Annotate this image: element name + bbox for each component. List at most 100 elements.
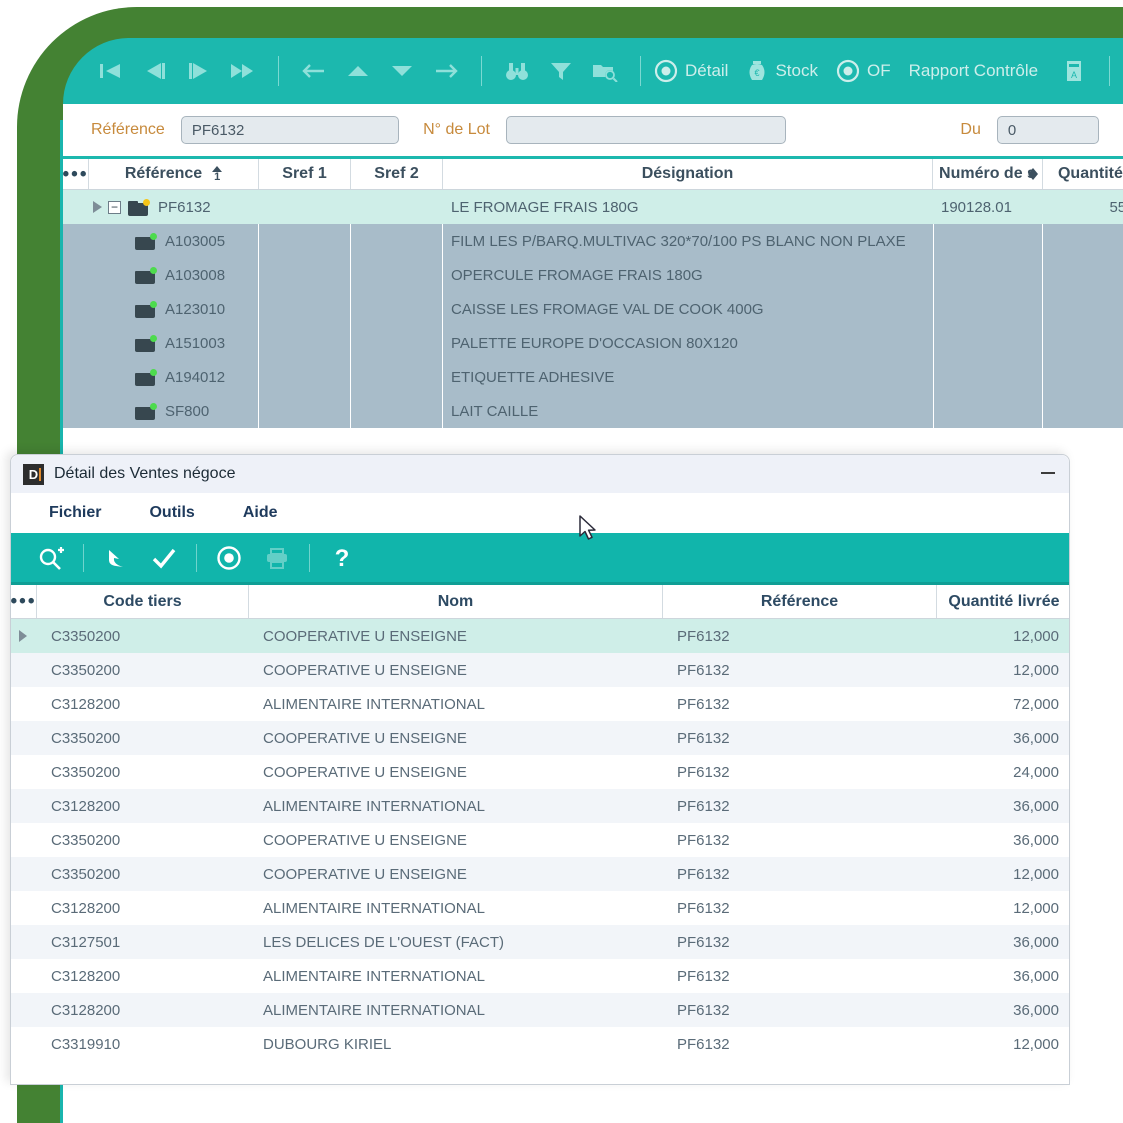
detail-table-row[interactable]: C3128200 ALIMENTAIRE INTERNATIONAL PF613…: [11, 959, 1069, 993]
collapse-node-button[interactable]: −: [108, 201, 121, 214]
arrow-left-icon[interactable]: [292, 48, 336, 94]
du-date-input[interactable]: 0: [997, 116, 1099, 144]
detail-window-titlebar[interactable]: D Détail des Ventes négoce: [11, 455, 1069, 493]
tree-cell-sref1: [259, 224, 351, 258]
menu-item-fichier[interactable]: Fichier: [25, 504, 125, 522]
tree-cell-reference: A151003: [89, 326, 259, 360]
lot-label: N° de Lot: [423, 121, 490, 139]
detail-toolbar: ?: [11, 533, 1069, 585]
target-icon: [654, 59, 678, 83]
arrow-up-icon[interactable]: [336, 48, 380, 94]
action-stock[interactable]: € Stock: [746, 59, 832, 83]
menu-item-aide[interactable]: Aide: [219, 504, 302, 522]
save-document-icon[interactable]: A: [1052, 48, 1096, 94]
detail-table-row[interactable]: C3128200 ALIMENTAIRE INTERNATIONAL PF613…: [11, 993, 1069, 1027]
detail-window-title: Détail des Ventes négoce: [54, 465, 235, 483]
folder-icon: [135, 369, 157, 386]
tree-row[interactable]: SF800 LAIT CAILLE 0,0: [63, 394, 1123, 428]
detail-table-row[interactable]: C3127501 LES DELICES DE L'OUEST (FACT) P…: [11, 925, 1069, 959]
action-detail[interactable]: Détail: [654, 59, 742, 83]
target-icon[interactable]: [205, 535, 253, 581]
tree-row[interactable]: A103008 OPERCULE FROMAGE FRAIS 180G 0,0: [63, 258, 1123, 292]
detail-table-row[interactable]: C3350200 COOPERATIVE U ENSEIGNE PF6132 1…: [11, 653, 1069, 687]
detail-table-row[interactable]: C3350200 COOPERATIVE U ENSEIGNE PF6132 1…: [11, 619, 1069, 653]
search-add-icon[interactable]: [27, 535, 75, 581]
reference-input[interactable]: PF6132: [181, 116, 399, 144]
tree-col-sref1[interactable]: Sref 1: [259, 159, 351, 189]
action-stock-label: Stock: [775, 61, 818, 81]
detail-table-row[interactable]: C3128200 ALIMENTAIRE INTERNATIONAL PF613…: [11, 891, 1069, 925]
column-options-icon: •••: [63, 165, 88, 184]
detail-cell-code-tiers: C3128200: [37, 696, 249, 713]
folder-icon: [135, 233, 157, 250]
lot-input[interactable]: [506, 116, 786, 144]
tree-grid-header: ••• Référence 1 Sref 1 Sref 2 Désignatio…: [63, 156, 1123, 190]
filter-funnel-icon[interactable]: [539, 48, 583, 94]
folder-icon: [135, 403, 157, 420]
folder-search-icon[interactable]: [583, 48, 627, 94]
detail-cell-quantite-livree: 36,000: [937, 798, 1070, 815]
du-label: Du: [960, 121, 980, 139]
tree-row[interactable]: − PF6132 LE FROMAGE FRAIS 180G 190128.01…: [63, 190, 1123, 224]
last-record-icon[interactable]: [221, 48, 265, 94]
binoculars-icon[interactable]: [495, 48, 539, 94]
minimize-button[interactable]: [1041, 472, 1055, 474]
detail-cell-nom: COOPERATIVE U ENSEIGNE: [249, 662, 663, 679]
detail-cell-quantite-livree: 12,000: [937, 662, 1070, 679]
tree-cell-numero: [933, 224, 1043, 258]
arrow-right-icon[interactable]: [424, 48, 468, 94]
detail-cell-code-tiers: C3128200: [37, 798, 249, 815]
arrow-down-icon[interactable]: [380, 48, 424, 94]
next-record-icon[interactable]: [177, 48, 221, 94]
action-rapport-controle-label[interactable]: Rapport Contrôle: [909, 61, 1038, 81]
action-of[interactable]: OF: [836, 59, 905, 83]
detail-cell-reference: PF6132: [663, 934, 937, 951]
detail-cell-nom: COOPERATIVE U ENSEIGNE: [249, 866, 663, 883]
print-icon[interactable]: [253, 535, 301, 581]
row-gutter: [63, 394, 89, 428]
tree-col-options[interactable]: •••: [63, 159, 89, 189]
tree-reference-text: A103005: [165, 233, 225, 250]
tree-cell-sref1: [259, 292, 351, 326]
detail-cell-reference: PF6132: [663, 968, 937, 985]
first-record-icon[interactable]: [89, 48, 133, 94]
validate-check-icon[interactable]: [140, 535, 188, 581]
undo-arrow-icon[interactable]: [92, 535, 140, 581]
tree-col-reference[interactable]: Référence 1: [89, 159, 259, 189]
detail-col-nom[interactable]: Nom: [249, 585, 663, 618]
tree-row[interactable]: A194012 ETIQUETTE ADHESIVE 0,0: [63, 360, 1123, 394]
detail-table-row[interactable]: C3128200 ALIMENTAIRE INTERNATIONAL PF613…: [11, 789, 1069, 823]
detail-cell-code-tiers: C3128200: [37, 968, 249, 985]
detail-table-row[interactable]: C3350200 COOPERATIVE U ENSEIGNE PF6132 3…: [11, 823, 1069, 857]
previous-record-icon[interactable]: [133, 48, 177, 94]
tree-col-designation[interactable]: Désignation: [443, 159, 933, 189]
menu-item-outils[interactable]: Outils: [125, 504, 218, 522]
detail-table-row[interactable]: C3319910 DUBOURG KIRIEL PF6132 12,000: [11, 1027, 1069, 1061]
tree-cell-sref2: [351, 224, 443, 258]
detail-col-quantite-livree[interactable]: Quantité livrée: [937, 585, 1070, 618]
detail-col-options[interactable]: •••: [11, 585, 37, 618]
tree-col-sref2[interactable]: Sref 2: [351, 159, 443, 189]
row-gutter: [63, 190, 89, 224]
tree-cell-reference: A194012: [89, 360, 259, 394]
tree-row[interactable]: A103005 FILM LES P/BARQ.MULTIVAC 320*70/…: [63, 224, 1123, 258]
tree-cell-numero: [933, 326, 1043, 360]
detail-table-row[interactable]: C3128200 ALIMENTAIRE INTERNATIONAL PF613…: [11, 687, 1069, 721]
detail-table-row[interactable]: C3350200 COOPERATIVE U ENSEIGNE PF6132 2…: [11, 755, 1069, 789]
detail-cell-quantite-livree: 72,000: [937, 696, 1070, 713]
detail-cell-quantite-livree: 36,000: [937, 832, 1070, 849]
detail-table-row[interactable]: C3350200 COOPERATIVE U ENSEIGNE PF6132 3…: [11, 721, 1069, 755]
detail-cell-nom: ALIMENTAIRE INTERNATIONAL: [249, 696, 663, 713]
row-gutter: [63, 224, 89, 258]
detail-cell-reference: PF6132: [663, 1036, 937, 1053]
tree-col-quantite[interactable]: Quantité P: [1043, 159, 1123, 189]
tree-cell-reference: A123010: [89, 292, 259, 326]
detail-table-row[interactable]: C3350200 COOPERATIVE U ENSEIGNE PF6132 1…: [11, 857, 1069, 891]
tree-row[interactable]: A151003 PALETTE EUROPE D'OCCASION 80X120…: [63, 326, 1123, 360]
tree-col-numero-serie[interactable]: Numéro de s: [933, 159, 1043, 189]
tree-row[interactable]: A123010 CAISSE LES FROMAGE VAL DE COOK 4…: [63, 292, 1123, 326]
detail-col-code-tiers[interactable]: Code tiers: [37, 585, 249, 618]
detail-col-reference[interactable]: Référence: [663, 585, 937, 618]
help-question-icon[interactable]: ?: [318, 535, 366, 581]
filter-bar: Référence PF6132 N° de Lot Du 0: [63, 104, 1123, 156]
